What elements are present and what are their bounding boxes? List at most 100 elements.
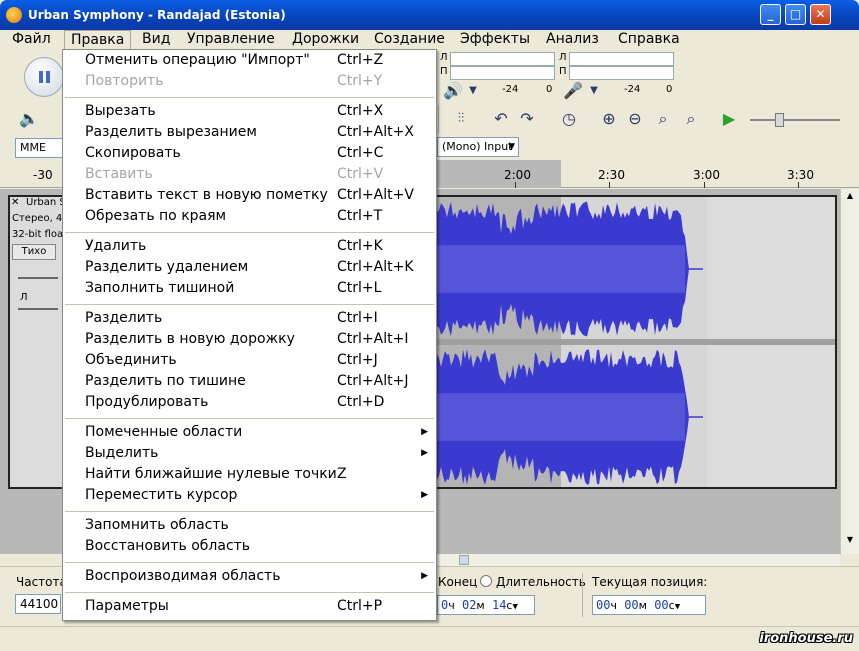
playback-meter-right xyxy=(450,66,555,80)
menu-tracks[interactable]: Дорожки xyxy=(286,30,365,50)
menu-select[interactable]: Выделить ▶ xyxy=(63,443,436,464)
menu-preferences[interactable]: Параметры Ctrl+P xyxy=(63,596,436,617)
menu-duplicate[interactable]: Продублировать Ctrl+D xyxy=(63,392,436,413)
minimize-button[interactable]: _ xyxy=(760,4,781,25)
redo-icon[interactable]: ↷ xyxy=(516,108,538,130)
fit-project-icon[interactable]: ⌕ xyxy=(680,108,702,130)
menu-undo-import[interactable]: Отменить операцию "Импорт" Ctrl+Z xyxy=(63,50,436,71)
ruler-selection xyxy=(437,160,561,188)
selection-end-time[interactable]: 0ч 02м 14с▼ xyxy=(437,595,535,615)
menu-play-region[interactable]: Воспроизводимая область ▶ xyxy=(63,566,436,587)
play-at-speed-icon[interactable]: ▶ xyxy=(718,108,740,130)
menu-redo[interactable]: Повторить Ctrl+Y xyxy=(63,71,436,92)
record-meter-right xyxy=(569,66,674,80)
meter-scale-c: -24 xyxy=(624,84,641,95)
menu-generate[interactable]: Создание xyxy=(368,30,451,50)
speaker-icon[interactable]: 🔈 xyxy=(18,108,40,130)
length-radio[interactable] xyxy=(480,575,492,587)
waveform-rms xyxy=(437,245,685,293)
play-speed-slider-thumb[interactable] xyxy=(775,113,784,127)
toolbar-separator xyxy=(438,105,439,133)
menu-file[interactable]: Файл xyxy=(6,30,57,50)
menu-detach-silence[interactable]: Разделить по тишине Ctrl+Alt+J xyxy=(63,371,436,392)
pan-left-label: Л xyxy=(20,292,28,303)
menu-silence[interactable]: Заполнить тишиной Ctrl+L xyxy=(63,278,436,299)
maximize-icon: □ xyxy=(789,7,802,21)
submenu-arrow-icon: ▶ xyxy=(421,448,428,458)
current-position-label: Текущая позиция: xyxy=(592,575,708,589)
menu-join[interactable]: Объединить Ctrl+J xyxy=(63,350,436,371)
submenu-arrow-icon: ▶ xyxy=(421,427,428,437)
menu-trim[interactable]: Обрезать по краям Ctrl+T xyxy=(63,206,436,227)
waveform-display[interactable] xyxy=(437,195,837,489)
track-info-channels: Стерео, 4 xyxy=(12,213,63,224)
menu-control[interactable]: Управление xyxy=(181,30,281,50)
meter-right-label: П xyxy=(440,66,448,77)
menu-split-new[interactable]: Разделить в новую дорожку Ctrl+Alt+I xyxy=(63,329,436,350)
mute-button[interactable]: Тихо xyxy=(12,244,56,260)
menu-paste-text-label[interactable]: Вставить текст в новую пометку Ctrl+Alt+V xyxy=(63,185,436,206)
menu-separator xyxy=(65,511,434,512)
maximize-button[interactable]: □ xyxy=(785,4,806,25)
menu-find-zero[interactable]: Найти ближайшие нулевые точки Z xyxy=(63,464,436,485)
menu-analyze[interactable]: Анализ xyxy=(540,30,605,50)
horizontal-scrollbar[interactable] xyxy=(437,554,840,566)
gain-slider[interactable] xyxy=(18,277,58,279)
pause-icon xyxy=(39,71,43,83)
scroll-down-icon[interactable]: ▼ xyxy=(843,535,857,549)
input-source-select[interactable]: (Mono) Input ▼ xyxy=(437,137,519,157)
end-label[interactable]: Конец xyxy=(438,575,477,589)
waveform-svg xyxy=(437,197,835,487)
track-info-format: 32-bit float xyxy=(12,229,68,240)
menu-separator xyxy=(65,232,434,233)
menu-split[interactable]: Разделить Ctrl+I xyxy=(63,308,436,329)
microphone-icon[interactable]: 🎤 xyxy=(562,80,584,102)
ruler-label: -30 xyxy=(33,168,53,182)
menu-delete[interactable]: Удалить Ctrl+K xyxy=(63,236,436,257)
app-icon xyxy=(6,7,22,23)
speaker-meter-icon[interactable]: 🔊 xyxy=(442,80,464,102)
minimize-icon: _ xyxy=(767,7,774,21)
length-label[interactable]: Длительность xyxy=(496,575,586,589)
hscroll-thumb[interactable] xyxy=(459,555,469,565)
menu-copy[interactable]: Скопировать Ctrl+C xyxy=(63,143,436,164)
sync-lock-icon[interactable]: ◷ xyxy=(558,108,580,130)
menu-edit[interactable]: Правка xyxy=(64,30,132,50)
close-button[interactable]: ✕ xyxy=(810,4,831,25)
meter-scale-d: 0 xyxy=(666,84,673,95)
playback-meter-dropdown-icon[interactable]: ▼ xyxy=(462,80,484,102)
meter-scale-a: -24 xyxy=(502,84,519,95)
record-meter-left xyxy=(569,52,674,66)
rate-select[interactable]: 44100 xyxy=(15,594,61,614)
watermark: ironhouse.ru xyxy=(759,631,853,646)
undo-icon[interactable]: ↶ xyxy=(490,108,512,130)
record-meter-dropdown-icon[interactable]: ▼ xyxy=(583,80,605,102)
fit-selection-icon[interactable]: ⌕ xyxy=(652,108,674,130)
menu-split-cut[interactable]: Разделить вырезанием Ctrl+Alt+X xyxy=(63,122,436,143)
menu-store-selection[interactable]: Запомнить область xyxy=(63,515,436,536)
menu-view[interactable]: Вид xyxy=(136,30,176,50)
ruler-label: 3:00 xyxy=(693,168,720,182)
menu-help[interactable]: Справка xyxy=(612,30,686,50)
menu-paste[interactable]: Вставить Ctrl+V xyxy=(63,164,436,185)
current-position-time[interactable]: 00ч 00м 00с▼ xyxy=(592,595,706,615)
menu-labeled-regions[interactable]: Помеченные области ▶ xyxy=(63,422,436,443)
menu-separator xyxy=(65,304,434,305)
host-select[interactable]: MME xyxy=(15,138,63,158)
zoom-out-icon[interactable]: ⊖ xyxy=(624,108,646,130)
menu-split-delete[interactable]: Разделить удалением Ctrl+Alt+K xyxy=(63,257,436,278)
track-name[interactable]: Urban S xyxy=(26,197,66,208)
menu-restore-selection[interactable]: Восстановить область xyxy=(63,536,436,557)
menu-separator xyxy=(65,418,434,419)
menu-move-cursor[interactable]: Переместить курсор ▶ xyxy=(63,485,436,506)
menu-cut[interactable]: Вырезать Ctrl+X xyxy=(63,101,436,122)
zoom-in-icon[interactable]: ⊕ xyxy=(598,108,620,130)
pan-slider[interactable] xyxy=(18,308,58,310)
channel-divider xyxy=(437,339,835,345)
track-close-icon[interactable]: ✕ xyxy=(11,197,19,208)
vertical-scrollbar[interactable]: ▲ ▼ xyxy=(840,189,859,554)
silence-audio-icon[interactable]: ⫶⫶ xyxy=(450,108,472,130)
menu-effects[interactable]: Эффекты xyxy=(454,30,536,50)
scroll-up-icon[interactable]: ▲ xyxy=(843,191,857,205)
pause-button[interactable] xyxy=(24,57,64,97)
